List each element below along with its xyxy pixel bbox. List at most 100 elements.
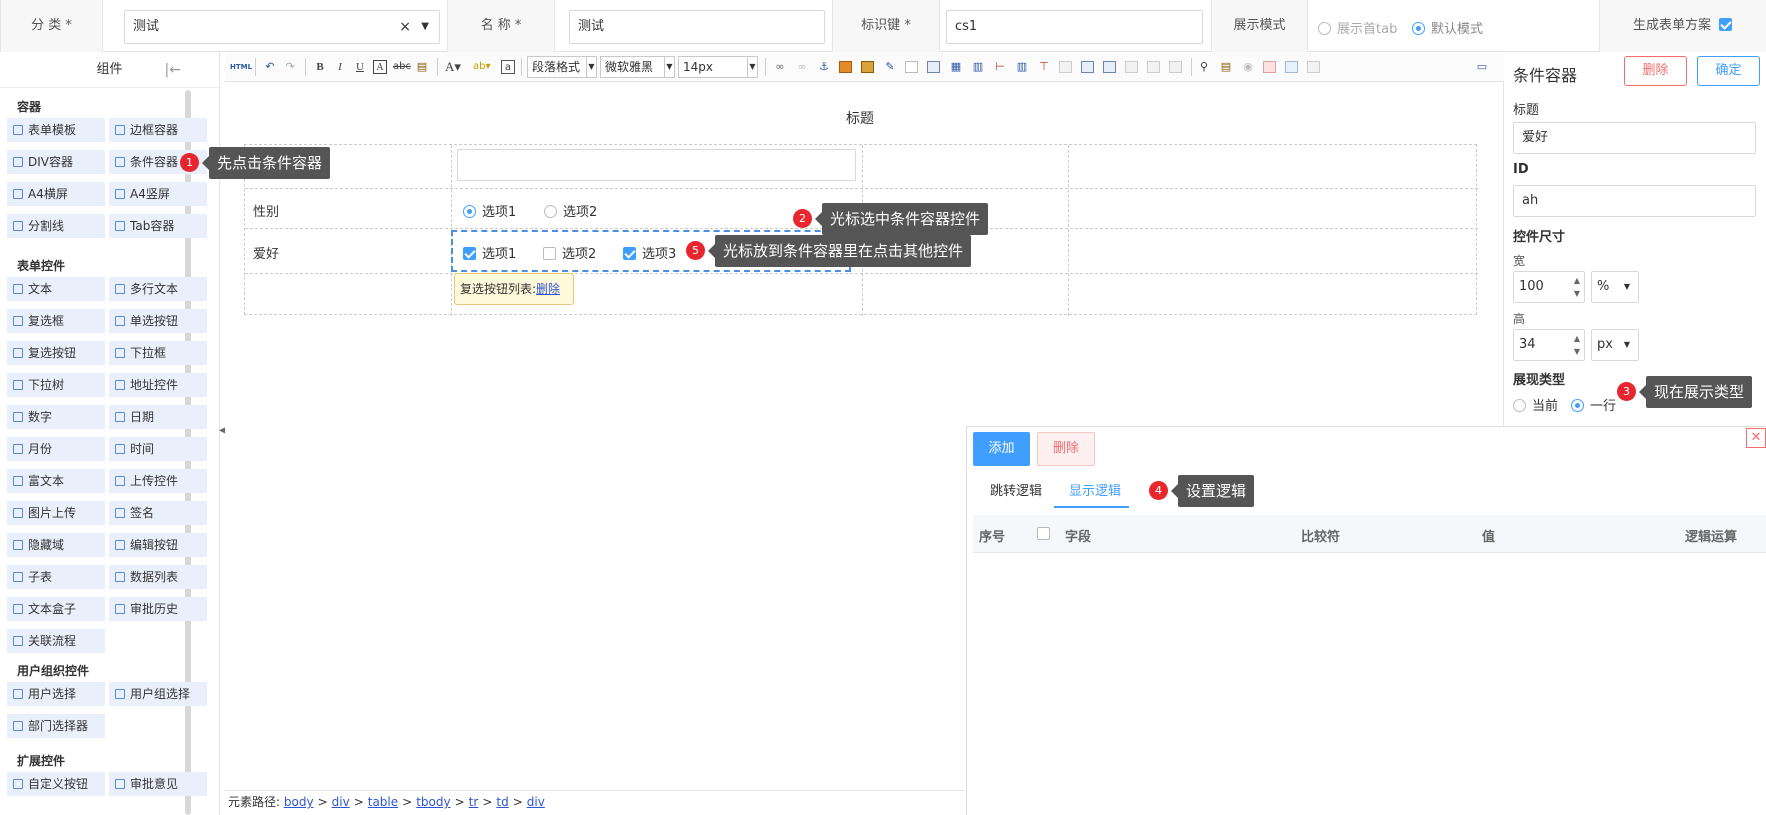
paste-text-icon[interactable]: ▤ (1219, 60, 1233, 74)
palette-item[interactable]: 表单模板 (7, 118, 105, 142)
undo-icon[interactable]: ↶ (263, 60, 277, 74)
chevron-up-icon[interactable]: ▲ (1574, 276, 1580, 286)
palette-item[interactable]: 部门选择器 (7, 714, 105, 738)
palette-item[interactable]: 时间 (109, 437, 207, 461)
palette-item[interactable]: 分割线 (7, 214, 105, 238)
delete-col-icon[interactable]: ⊤ (1037, 60, 1051, 74)
tooltip-delete-link[interactable]: 删除 (536, 282, 560, 296)
palette-item[interactable]: 子表 (7, 565, 105, 589)
hobby-option-3[interactable]: 选项3 (623, 243, 676, 262)
highlight-icon[interactable]: ab▾ (473, 60, 491, 74)
palette-item[interactable]: 复选按钮 (7, 341, 105, 365)
split-rows-icon[interactable] (1103, 61, 1116, 73)
select-all-checkbox[interactable] (1037, 527, 1050, 540)
palette-item[interactable]: 隐藏域 (7, 533, 105, 557)
display-type-current[interactable]: 当前 (1513, 395, 1558, 414)
palette-item[interactable]: 审批意见 (109, 772, 207, 796)
path-link[interactable]: body (284, 795, 314, 809)
path-link[interactable]: tr (469, 795, 479, 809)
name-input[interactable]: 测试 (569, 10, 825, 44)
palette-item[interactable]: 用户组选择 (109, 682, 207, 706)
palette-item[interactable]: Tab容器 (109, 214, 207, 238)
media-icon[interactable] (861, 61, 874, 73)
font-family-select[interactable]: 微软雅黑 ▼ (600, 56, 675, 78)
text-field-control[interactable] (457, 149, 856, 181)
palette-item[interactable]: 审批历史 (109, 597, 207, 621)
palette-item[interactable]: 单选按钮 (109, 309, 207, 333)
text-frame-icon[interactable]: a (501, 60, 515, 74)
table-props-icon[interactable]: ▦ (949, 60, 963, 74)
special-char-icon[interactable]: ◉ (1241, 60, 1255, 74)
gender-option-1[interactable]: 选项1 (463, 201, 516, 220)
height-unit-select[interactable]: px ▼ (1591, 329, 1639, 361)
merge-cells-icon[interactable] (1059, 61, 1072, 73)
close-icon[interactable]: ✕ (1746, 428, 1766, 448)
fullscreen-icon[interactable]: ▭ (1475, 60, 1489, 74)
collapse-left-icon[interactable]: |← (165, 52, 181, 88)
path-link[interactable]: div (527, 795, 545, 809)
search-icon[interactable]: ⚲ (1197, 60, 1211, 74)
template-icon[interactable] (905, 61, 918, 73)
checkbox-icon[interactable] (1719, 18, 1733, 31)
generate-scheme-toggle[interactable]: 生成表单方案 (1599, 0, 1766, 52)
palette-item[interactable]: 用户选择 (7, 682, 105, 706)
palette-item[interactable]: 文本盒子 (7, 597, 105, 621)
split-cells-icon[interactable] (1081, 61, 1094, 73)
display-type-row[interactable]: 一行 (1571, 395, 1616, 414)
palette-item[interactable]: 上传控件 (109, 469, 207, 493)
paragraph-format-select[interactable]: 段落格式 ▼ (527, 56, 597, 78)
palette-item[interactable]: 下拉框 (109, 341, 207, 365)
delete-control-button[interactable]: 删除 (1624, 56, 1687, 86)
palette-item[interactable]: 地址控件 (109, 373, 207, 397)
height-stepper[interactable]: 34 ▲ ▼ (1513, 329, 1585, 361)
font-size-select[interactable]: 14px ▼ (678, 56, 758, 78)
width-stepper[interactable]: 100 ▲ ▼ (1513, 271, 1585, 303)
palette-item[interactable]: 下拉树 (7, 373, 105, 397)
unlink-icon[interactable]: ∞ (795, 60, 809, 74)
path-link[interactable]: tbody (416, 795, 450, 809)
confirm-button[interactable]: 确定 (1697, 56, 1760, 86)
palette-item[interactable]: A4横屏 (7, 182, 105, 206)
redo-icon[interactable]: ↷ (283, 60, 297, 74)
tab-jump-logic[interactable]: 跳转逻辑 (990, 480, 1042, 499)
strikethrough-icon[interactable]: abc (393, 60, 411, 74)
underline-icon[interactable]: U (353, 60, 367, 74)
add-logic-button[interactable]: 添加 (973, 432, 1030, 466)
delete-logic-button[interactable]: 删除 (1037, 432, 1095, 466)
palette-item[interactable]: 编辑按钮 (109, 533, 207, 557)
palette-item[interactable]: 图片上传 (7, 501, 105, 525)
tab-display-logic[interactable]: 显示逻辑 (1069, 480, 1121, 499)
palette-item[interactable]: 自定义按钮 (7, 772, 105, 796)
path-link[interactable]: div (332, 795, 350, 809)
display-mode-option-default[interactable]: 默认模式 (1412, 18, 1483, 37)
palette-item[interactable]: 签名 (109, 501, 207, 525)
table-insert-icon[interactable] (927, 61, 940, 73)
palette-item[interactable]: 关联流程 (7, 629, 105, 653)
palette-item[interactable]: 复选框 (7, 309, 105, 333)
category-select[interactable]: 测试 × ▼ (124, 10, 440, 44)
print-icon[interactable] (1307, 61, 1320, 73)
table-delete-icon[interactable] (1169, 61, 1182, 73)
clear-icon[interactable]: × (399, 11, 411, 43)
palette-item[interactable]: 多行文本 (109, 277, 207, 301)
date-icon[interactable] (1263, 61, 1276, 73)
chevron-down-icon[interactable]: ▼ (1574, 347, 1580, 357)
split-cols-icon[interactable] (1125, 61, 1138, 73)
attachment-icon[interactable]: ✎ (883, 60, 897, 74)
map-icon[interactable] (1285, 61, 1298, 73)
hobby-option-2[interactable]: 选项2 (543, 243, 596, 262)
font-color-icon[interactable]: A▾ (445, 60, 461, 74)
image-icon[interactable] (839, 61, 852, 73)
gender-option-2[interactable]: 选项2 (544, 201, 597, 220)
chevron-up-icon[interactable]: ▲ (1574, 334, 1580, 344)
dropdown-caret-icon[interactable]: ▼ (421, 11, 429, 43)
palette-item[interactable]: 月份 (7, 437, 105, 461)
link-icon[interactable]: ∞ (773, 60, 787, 74)
key-input[interactable]: cs1 (946, 10, 1203, 44)
palette-item[interactable]: 数据列表 (109, 565, 207, 589)
chevron-down-icon[interactable]: ▼ (1574, 289, 1580, 299)
delete-row-icon[interactable]: ⊢ (993, 60, 1007, 74)
palette-item[interactable]: 边框容器 (109, 118, 207, 142)
palette-item[interactable]: 数字 (7, 405, 105, 429)
html-source-button[interactable]: HTML (230, 60, 252, 74)
